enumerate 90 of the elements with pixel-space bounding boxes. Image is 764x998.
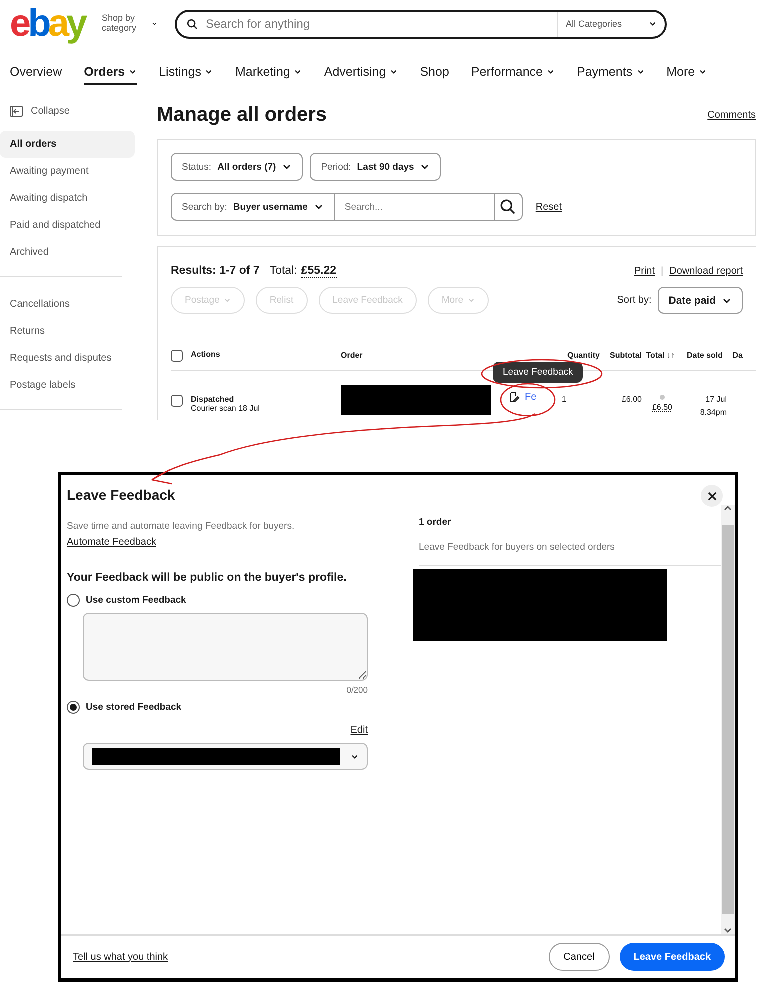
chevron-down-icon (314, 202, 324, 212)
tooltip: Leave Feedback (493, 362, 584, 383)
nav-tab[interactable]: Advertising (324, 61, 398, 85)
total-label: Total: (270, 265, 298, 277)
search-icon (500, 199, 516, 215)
automate-feedback-link[interactable]: Automate Feedback (67, 537, 156, 548)
sort-label: Sort by: (617, 295, 652, 306)
cancel-button[interactable]: Cancel (548, 943, 610, 971)
chevron-down-icon (152, 20, 157, 28)
time-sold-cell: 8.34pm (700, 408, 727, 417)
ebay-logo[interactable]: ebay (10, 5, 92, 43)
radio-label[interactable]: Use stored Feedback (86, 702, 182, 713)
collapse-button[interactable]: Collapse (0, 98, 80, 125)
total-value: £55.22 (301, 265, 337, 278)
nav-tab[interactable]: Overview (10, 61, 62, 85)
column-header: Date sold (686, 351, 724, 360)
order-count: 1 order (419, 517, 452, 528)
chevron-down-icon (282, 162, 292, 172)
chevron-down-icon (649, 20, 657, 28)
select-all-checkbox[interactable] (171, 350, 183, 362)
nav-tab[interactable]: Performance (471, 61, 555, 85)
search-button[interactable] (494, 193, 523, 221)
stored-feedback-select[interactable] (83, 743, 368, 770)
page-title: Manage all orders (157, 104, 328, 127)
quantity-cell-text: 1 (562, 395, 568, 404)
edit-document-icon (509, 392, 520, 403)
character-counter: 0/200 (346, 685, 368, 695)
scrollbar[interactable] (721, 505, 735, 934)
print-link[interactable]: Print (634, 266, 656, 277)
search-by-dropdown[interactable]: Search by: Buyer username (171, 193, 335, 221)
close-icon (708, 492, 716, 500)
chevron-down-icon (351, 752, 359, 760)
radio-button[interactable] (67, 701, 80, 714)
public-notice: Your Feedback will be public on the buyer's profile. (67, 572, 348, 584)
nav-tab[interactable]: Listings (159, 61, 214, 85)
nav-tab[interactable]: Payments (576, 61, 645, 85)
date-sold-cell: 17 Jul (706, 395, 727, 404)
feedback-survey-link[interactable]: Tell us what you think (73, 952, 168, 962)
leave-feedback-submit-button[interactable]: Leave Feedback (620, 943, 725, 971)
automate-intro: Save time and automate leaving Feedback for buyers. (67, 521, 296, 532)
chevron-down-icon (420, 162, 430, 172)
column-header: Da (732, 351, 744, 360)
comments-link[interactable]: Comments (708, 110, 756, 121)
status-dot (660, 395, 665, 400)
nav-tab[interactable]: Shop (420, 61, 450, 85)
close-button[interactable] (701, 485, 723, 507)
subtotal-cell-text: £6.00 (620, 395, 643, 404)
filter-dropdown[interactable]: Status: All orders (7) (171, 153, 304, 181)
radio-button[interactable] (67, 594, 80, 607)
scroll-down-icon[interactable] (724, 928, 732, 934)
link-separator: | (661, 266, 664, 277)
column-header: Subtotal (609, 351, 643, 360)
category-dropdown[interactable]: All Categories (557, 12, 665, 36)
nav-tab[interactable]: Orders (84, 61, 138, 85)
download-report-link[interactable]: Download report (670, 266, 743, 277)
total-cell: £6.50 (652, 403, 673, 412)
search-input[interactable]: Search for anything (198, 16, 557, 32)
dialog-title: Leave Feedback (67, 487, 176, 503)
order-subtitle: Leave Feedback for buyers on selected orders (419, 542, 721, 566)
column-header: Order (341, 351, 364, 360)
sidebar-item[interactable]: Archived (0, 239, 135, 266)
search-icon (187, 18, 198, 30)
sidebar-item[interactable]: Requests and disputes (0, 345, 135, 372)
column-header[interactable]: Total ↓↑ (646, 351, 679, 360)
sidebar-item[interactable]: Awaiting payment (0, 158, 135, 185)
results-summary: Results: 1-7 of 7 (171, 265, 260, 277)
column-header: Quantity (566, 351, 601, 360)
reset-link[interactable]: Reset (536, 202, 562, 212)
collapse-icon (10, 106, 23, 117)
scroll-up-icon[interactable] (724, 505, 732, 511)
nav-tab[interactable]: Marketing (235, 61, 302, 85)
filter-dropdown[interactable]: Period: Last 90 days (310, 153, 442, 181)
column-header: Actions (191, 350, 220, 358)
nav-tab[interactable]: More (666, 61, 708, 85)
order-search-field[interactable]: Search... (334, 193, 495, 221)
order-status: Dispatched (191, 395, 236, 404)
feedback-link-button[interactable]: Fe (509, 392, 562, 403)
sidebar-item[interactable]: Cancellations (0, 291, 135, 318)
tracking-status: Courier scan 18 Jul (191, 404, 260, 413)
sidebar-item[interactable]: Paid and dispatched (0, 212, 135, 239)
search-bar[interactable]: Search for anything All Categories (175, 10, 667, 38)
edit-link[interactable]: Edit (350, 725, 368, 736)
row-checkbox[interactable] (171, 395, 183, 407)
sidebar-item[interactable]: Postage labels (0, 372, 135, 399)
sidebar-item[interactable]: All orders (0, 131, 135, 158)
radio-label[interactable]: Use custom Feedback (86, 595, 186, 606)
sidebar-item[interactable]: Returns (0, 318, 135, 345)
sidebar-item[interactable]: Awaiting dispatch (0, 185, 135, 212)
sort-dropdown[interactable]: Date paid (658, 287, 743, 314)
shop-by-category-button[interactable]: Shop by category (102, 14, 157, 34)
